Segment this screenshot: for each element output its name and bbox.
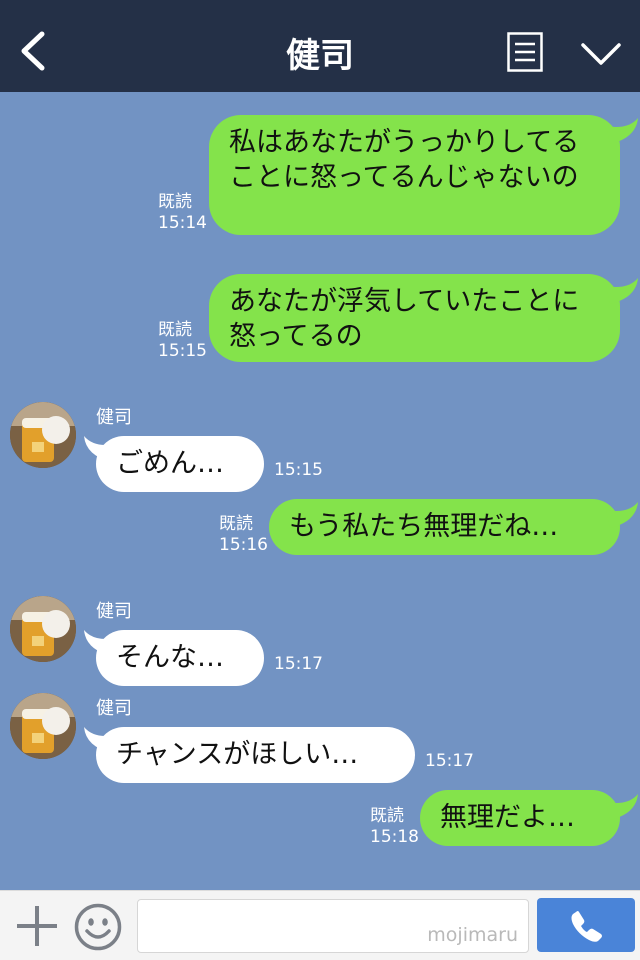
message-text: 無理だよ… xyxy=(440,802,575,833)
message-text: あなたが浮気していたことに怒ってるの xyxy=(229,286,580,352)
read-receipt: 既読 xyxy=(158,192,192,212)
message-meta: 既読 15:15 xyxy=(158,320,207,362)
message-bubble-outgoing[interactable]: もう私たち無理だね… xyxy=(269,499,620,555)
read-receipt: 既読 xyxy=(158,320,192,340)
smile-icon[interactable] xyxy=(74,903,122,951)
chevron-down-icon[interactable] xyxy=(580,40,622,68)
avatar-image xyxy=(10,693,76,759)
bubble-tail xyxy=(606,502,638,528)
message-meta: 既読 15:14 xyxy=(158,192,207,234)
plus-icon[interactable] xyxy=(16,904,58,948)
timestamp: 15:15 xyxy=(274,460,323,480)
bubble-tail xyxy=(606,794,638,820)
avatar[interactable] xyxy=(10,596,76,662)
timestamp: 15:18 xyxy=(370,827,419,847)
bubble-tail xyxy=(606,118,638,144)
message-bubble-incoming[interactable]: そんな… xyxy=(96,630,264,686)
timestamp: 15:17 xyxy=(425,751,474,771)
timestamp: 15:17 xyxy=(274,654,323,674)
input-bar: mojimaru xyxy=(0,890,640,960)
read-receipt: 既読 xyxy=(370,806,404,826)
sender-name: 健司 xyxy=(96,601,132,622)
phone-icon xyxy=(571,911,602,942)
timestamp: 15:15 xyxy=(158,341,207,361)
message-text: もう私たち無理だね… xyxy=(289,511,559,542)
menu-list-icon[interactable] xyxy=(507,32,543,72)
read-receipt: 既読 xyxy=(219,514,253,534)
message-text: 私はあなたがうっかりしてることに怒ってるんじゃないの xyxy=(229,127,580,193)
message-bubble-outgoing[interactable]: 私はあなたがうっかりしてることに怒ってるんじゃないの xyxy=(209,115,620,235)
sender-name: 健司 xyxy=(96,698,132,719)
chat-title: 健司 xyxy=(286,36,354,76)
avatar[interactable] xyxy=(10,693,76,759)
message-bubble-incoming[interactable]: チャンスがほしい… xyxy=(96,727,415,783)
call-button[interactable] xyxy=(537,898,635,952)
chat-header: 健司 xyxy=(0,0,640,92)
message-meta: 既読 15:18 xyxy=(370,806,419,848)
avatar-image xyxy=(10,402,76,468)
message-bubble-outgoing[interactable]: あなたが浮気していたことに怒ってるの xyxy=(209,274,620,362)
message-bubble-incoming[interactable]: ごめん… xyxy=(96,436,264,492)
avatar[interactable] xyxy=(10,402,76,468)
avatar-image xyxy=(10,596,76,662)
message-meta: 既読 15:16 xyxy=(219,514,268,556)
timestamp: 15:14 xyxy=(158,213,207,233)
message-text: そんな… xyxy=(116,642,224,673)
sender-name: 健司 xyxy=(96,407,132,428)
message-text: ごめん… xyxy=(116,448,224,479)
message-input[interactable]: mojimaru xyxy=(137,899,529,953)
chat-area[interactable]: 私はあなたがうっかりしてることに怒ってるんじゃないの 既読 15:14 あなたが… xyxy=(0,92,640,890)
timestamp: 15:16 xyxy=(219,535,268,555)
watermark: mojimaru xyxy=(427,924,518,946)
message-text: チャンスがほしい… xyxy=(116,739,359,770)
message-bubble-outgoing[interactable]: 無理だよ… xyxy=(420,790,620,846)
bubble-tail xyxy=(606,278,638,304)
